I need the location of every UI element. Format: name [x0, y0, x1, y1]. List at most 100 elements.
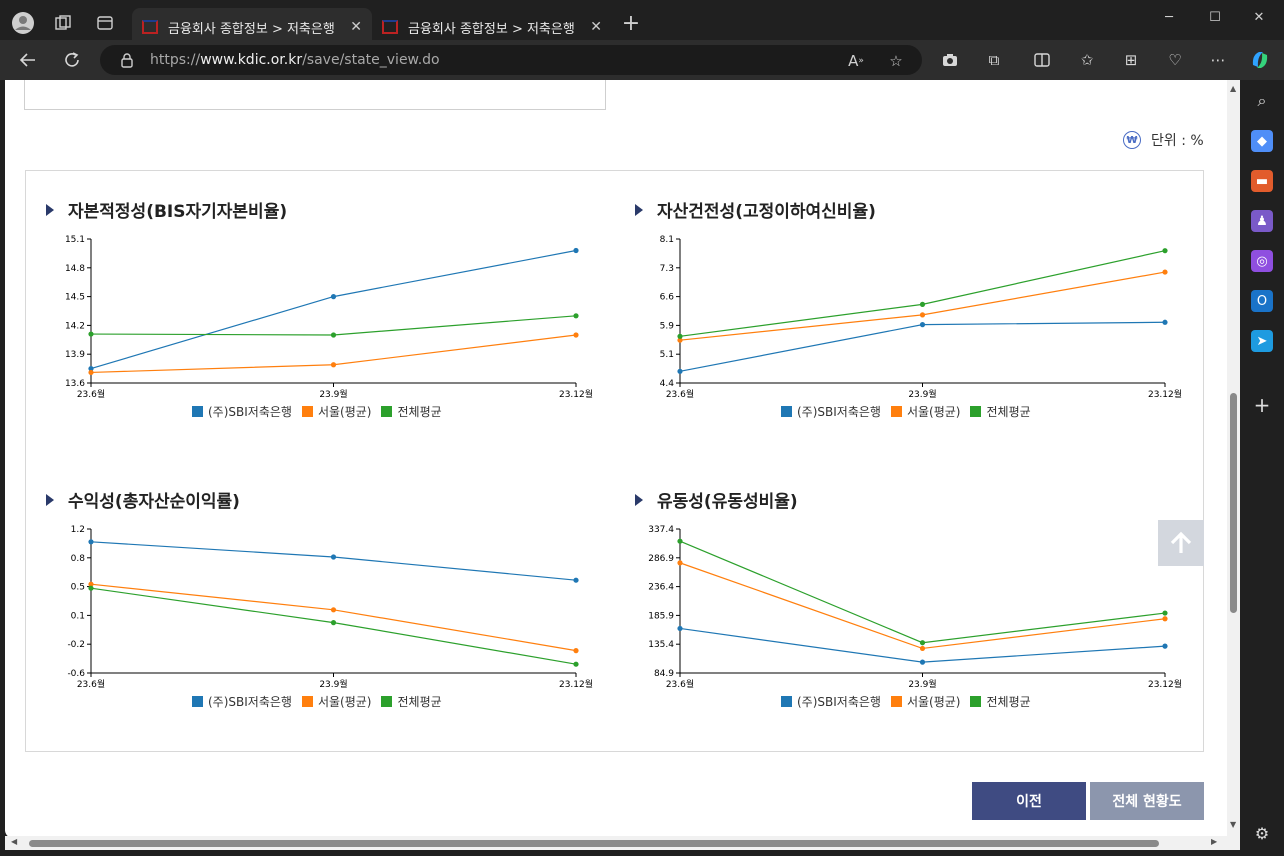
y-tick-label: 4.4 [660, 379, 675, 389]
tab-actions-icon[interactable] [92, 10, 118, 36]
legend-swatch [890, 406, 902, 417]
legend-item[interactable]: 서울(평균) [890, 403, 960, 420]
favorites-icon[interactable]: ✩ [1076, 49, 1098, 71]
lock-icon[interactable] [120, 52, 134, 68]
extensions-puzzle-icon[interactable]: ⧉ [983, 49, 1005, 71]
new-tab-button[interactable]: + [618, 10, 644, 36]
legend-item[interactable]: (주)SBI저축은행 [781, 693, 881, 710]
maximize-icon[interactable]: ☐ [1192, 6, 1238, 28]
horizontal-scrollbar[interactable]: ◀ ▶ [5, 836, 1240, 850]
legend-item[interactable]: 서울(평균) [301, 403, 371, 420]
legend-item[interactable]: 서울(평균) [301, 693, 371, 710]
legend-item[interactable]: (주)SBI저축은행 [192, 403, 292, 420]
scroll-to-top-button[interactable] [1158, 520, 1204, 566]
legend-swatch [970, 406, 982, 417]
data-point [919, 640, 926, 646]
chart-profitability: 수익성(총자산순이익률) -0.6 -0.2 0.1 0.5 0.8 1.2 23.6월 23.… [46, 487, 606, 747]
data-point [677, 538, 683, 544]
read-aloud-icon[interactable]: A» [846, 51, 866, 71]
y-tick-label: 135.4 [648, 640, 674, 650]
tab-title: 금융회사 종합정보 > 저축은행 > ... [168, 21, 340, 37]
legend-swatch [381, 696, 393, 707]
close-icon[interactable]: ✕ [350, 19, 362, 35]
data-point [677, 368, 683, 374]
legend-item[interactable]: 전체평균 [381, 693, 442, 710]
back-icon[interactable] [14, 47, 42, 73]
data-point [573, 648, 579, 654]
chart-panel: 자본적정성(BIS자기자본비율) 13.6 13.9 14.2 14.5 14.8 15.1… [25, 170, 1204, 752]
legend-label: 전체평균 [397, 695, 442, 709]
legend-swatch [381, 406, 393, 417]
horizontal-scroll-thumb[interactable] [29, 840, 1159, 847]
search-icon[interactable]: ⌕ [1251, 90, 1273, 112]
data-point [1162, 319, 1168, 325]
data-point [1162, 248, 1168, 254]
y-tick-label: 1.2 [71, 525, 85, 535]
data-point [573, 577, 579, 583]
refresh-icon[interactable] [58, 47, 86, 73]
vertical-scroll-thumb[interactable] [1230, 393, 1237, 613]
chart-legend: (주)SBI저축은행 서울(평균) 전체평균 [781, 403, 1041, 420]
y-tick-label: 14.2 [65, 321, 85, 331]
unit-text: 단위 : % [1151, 133, 1204, 149]
legend-item[interactable]: 전체평균 [970, 693, 1031, 710]
series-line [90, 315, 577, 336]
legend-item[interactable]: (주)SBI저축은행 [781, 403, 881, 420]
legend-swatch [781, 696, 792, 707]
chart-legend: (주)SBI저축은행 서울(평균) 전체평균 [192, 403, 452, 420]
page-content: ₩ 단위 : % 자본적정성(BIS자기자본비율) 13.6 13.9 14.2 14.… [5, 80, 1240, 838]
legend-item[interactable]: (주)SBI저축은행 [192, 693, 292, 710]
scroll-up-arrow-icon[interactable]: ▲ [1230, 84, 1236, 93]
data-point [88, 331, 94, 337]
more-menu-icon[interactable]: ⋯ [1207, 49, 1229, 71]
y-tick-label: 337.4 [648, 525, 674, 535]
x-tick-label: 23.9월 [319, 678, 347, 690]
collections-icon[interactable]: ⊞ [1120, 49, 1142, 71]
scroll-left-arrow-icon[interactable]: ◀ [11, 837, 17, 846]
y-tick-label: -0.6 [67, 669, 85, 679]
y-tick-label: 6.6 [660, 293, 675, 303]
close-icon[interactable]: ✕ [590, 19, 602, 35]
games-icon[interactable]: ♟ [1251, 210, 1273, 232]
y-tick-label: 0.5 [71, 583, 85, 593]
telegram-send-icon[interactable]: ➤ [1251, 330, 1273, 352]
copilot-icon[interactable] [1249, 49, 1271, 71]
x-tick-label: 23.12월 [1148, 678, 1182, 690]
legend-item[interactable]: 전체평균 [970, 403, 1031, 420]
favorite-star-icon[interactable]: ☆ [886, 51, 906, 71]
outlook-icon[interactable]: O [1251, 290, 1273, 312]
legend-item[interactable]: 서울(평균) [890, 693, 960, 710]
settings-gear-icon[interactable]: ⚙ [1251, 822, 1273, 844]
add-sidebar-app-icon[interactable]: + [1251, 393, 1273, 417]
x-tick-label: 23.9월 [319, 388, 347, 400]
y-tick-label: 8.1 [660, 235, 674, 245]
data-point [1162, 616, 1168, 622]
legend-item[interactable]: 전체평균 [381, 403, 442, 420]
vertical-scrollbar[interactable]: ▲ ▼ [1227, 80, 1240, 838]
data-point [88, 369, 94, 376]
close-window-icon[interactable]: ✕ [1236, 6, 1282, 28]
legend-swatch [890, 696, 902, 707]
tools-briefcase-icon[interactable]: ▬ [1251, 170, 1273, 192]
prev-button[interactable]: 이전 [972, 782, 1086, 820]
data-point [919, 301, 926, 307]
address-bar[interactable]: https://www.kdic.or.kr/save/state_view.d… [100, 45, 922, 75]
scroll-right-arrow-icon[interactable]: ▶ [1211, 837, 1217, 846]
browser-essentials-icon[interactable]: ♡ [1164, 49, 1186, 71]
shopping-tag-icon[interactable]: ◆ [1251, 130, 1273, 152]
minimize-icon[interactable]: ─ [1146, 6, 1192, 28]
url-text[interactable]: https://www.kdic.or.kr/save/state_view.d… [150, 52, 440, 68]
microsoft-365-icon[interactable]: ◎ [1251, 250, 1273, 272]
y-tick-label: 84.9 [654, 669, 674, 679]
x-tick-label: 23.9월 [908, 388, 936, 400]
scroll-down-arrow-icon[interactable]: ▼ [1230, 820, 1236, 829]
overall-status-button[interactable]: 전체 현황도 [1090, 782, 1204, 820]
series-line [90, 583, 577, 652]
split-screen-icon[interactable] [1031, 49, 1053, 71]
edge-sidebar: ⌕ ◆ ▬ ♟ ◎ O ➤ + ⚙ [1240, 80, 1284, 856]
chart-legend: (주)SBI저축은행 서울(평균) 전체평균 [781, 693, 1041, 710]
profile-avatar-icon[interactable] [10, 10, 36, 36]
series-line [90, 249, 577, 370]
screenshot-camera-icon[interactable] [939, 49, 961, 71]
workspaces-icon[interactable] [50, 10, 76, 36]
